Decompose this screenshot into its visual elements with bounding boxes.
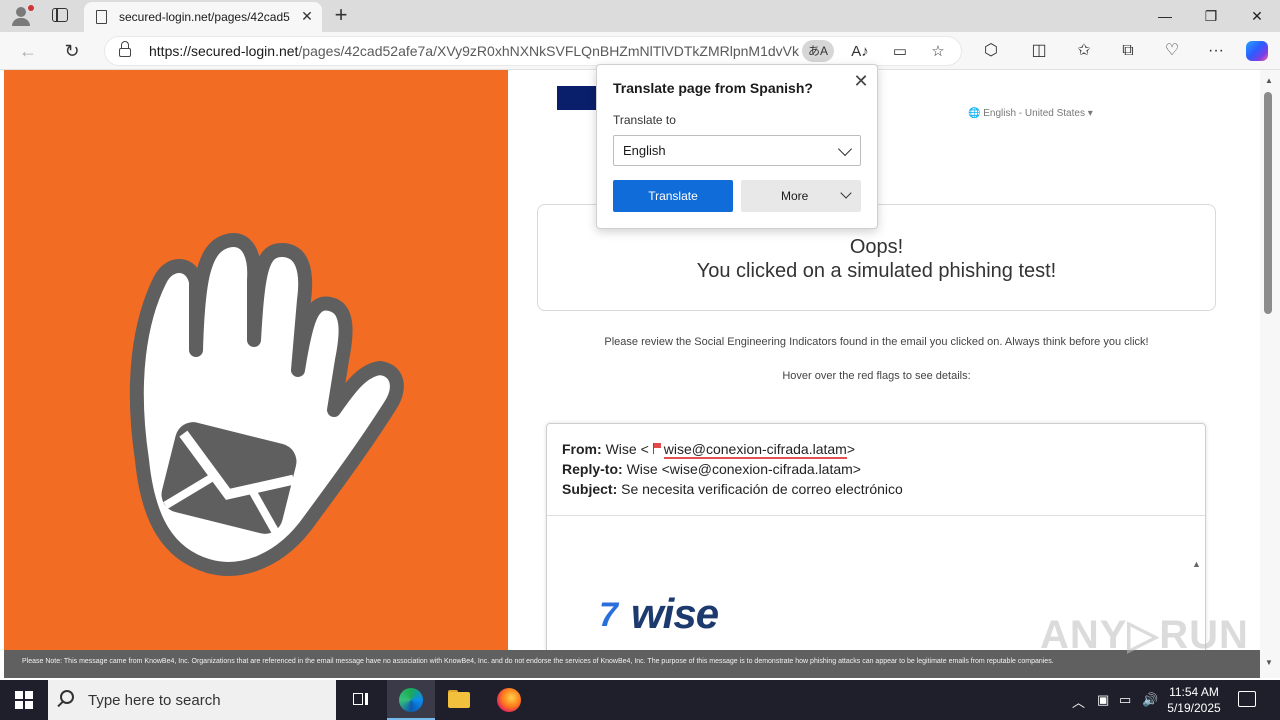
taskbar: Type here to search ︿ ▣ ▭ 🔊 11:54 AM 5/1… (0, 680, 1280, 720)
restore-button[interactable]: ❐ (1188, 0, 1234, 32)
chevron-down-icon (837, 141, 853, 157)
scroll-down-icon[interactable]: ▼ (1265, 658, 1273, 667)
red-flag-icon[interactable] (652, 443, 662, 454)
favorite-star-icon[interactable]: ☆ (927, 41, 949, 63)
translate-icon[interactable]: あA (802, 40, 834, 62)
translate-button[interactable]: Translate (613, 180, 733, 212)
notification-icon[interactable] (1238, 691, 1256, 707)
file-explorer-icon[interactable] (435, 680, 483, 720)
tray-chevron-icon[interactable]: ︿ (1072, 692, 1085, 711)
scroll-thumb[interactable] (1264, 92, 1272, 314)
clock[interactable]: 11:54 AM 5/19/2025 (1160, 684, 1228, 716)
oops-subtitle: You clicked on a simulated phishing test… (696, 260, 1057, 282)
close-window-button[interactable]: ✕ (1234, 0, 1280, 32)
language-picker[interactable]: 🌐 English - United States ▾ (968, 108, 1093, 119)
more-button[interactable]: More (741, 180, 861, 212)
hover-text: Hover over the red flags to see details: (782, 370, 971, 382)
tab-title: secured-login.net/pages/42cad5 (119, 10, 290, 24)
battery-icon[interactable]: ▣ (1097, 692, 1109, 708)
wise-logo: 7 wise (599, 590, 719, 637)
from-row: From: Wise < wise@conexion-cifrada.latam> (562, 441, 856, 459)
firefox-icon[interactable] (485, 680, 533, 720)
new-tab-icon[interactable]: + (330, 4, 352, 26)
watermark: ANY▷RUN (1040, 613, 1249, 657)
browser-tab[interactable]: secured-login.net/pages/42cad5 ✕ (84, 2, 322, 32)
tab-actions-icon[interactable] (52, 8, 68, 22)
url-text[interactable]: https://secured-login.net/pages/42cad52a… (149, 43, 799, 59)
minimize-button[interactable]: — (1142, 0, 1188, 32)
page-icon (96, 10, 107, 24)
lock-icon[interactable] (119, 41, 131, 57)
network-icon[interactable]: ▭ (1119, 692, 1131, 708)
oops-title: Oops! (849, 236, 904, 258)
back-arrow-icon[interactable]: ← (17, 40, 39, 62)
favorites-icon[interactable]: ✩ (1072, 40, 1096, 62)
profile-icon[interactable] (8, 4, 36, 28)
address-bar[interactable]: https://secured-login.net/pages/42cad52a… (104, 36, 962, 66)
language-select[interactable]: English (613, 135, 861, 166)
search-icon (60, 690, 74, 704)
email-header: From: Wise < wise@conexion-cifrada.latam>… (547, 424, 1205, 516)
tab-close-icon[interactable]: ✕ (298, 7, 316, 25)
email-scroll-up-icon[interactable]: ▲ (1192, 559, 1201, 569)
task-view-icon[interactable] (336, 680, 384, 720)
browser-essentials-icon[interactable]: ♡ (1160, 40, 1184, 62)
volume-icon[interactable]: 🔊 (1142, 692, 1158, 708)
translate-close-icon[interactable]: ✕ (851, 71, 871, 91)
read-aloud-icon[interactable]: A♪ (849, 41, 871, 63)
chevron-down-icon (840, 187, 852, 199)
edge-icon[interactable] (387, 680, 435, 720)
scroll-up-icon[interactable]: ▲ (1265, 76, 1273, 85)
flagged-from-address[interactable]: wise@conexion-cifrada.latam (663, 441, 847, 459)
reply-to-row: Reply-to: Wise <wise@conexion-cifrada.la… (562, 461, 861, 477)
stop-hand-icon (129, 233, 404, 576)
subject-row: Subject: Se necesita verificación de cor… (562, 481, 903, 497)
extensions-icon[interactable]: ⬡ (979, 40, 1003, 62)
split-screen-icon[interactable]: ◫ (1027, 40, 1051, 62)
windows-start-icon[interactable] (15, 691, 33, 709)
translate-title: Translate page from Spanish? (613, 80, 813, 96)
reload-icon[interactable]: ↻ (61, 40, 83, 62)
title-bar: secured-login.net/pages/42cad5 ✕ + — ❐ ✕ (0, 0, 1280, 32)
collections-icon[interactable]: ⧉ (1116, 40, 1140, 62)
translate-popup: Translate page from Spanish? ✕ Translate… (596, 64, 878, 229)
company-logo (557, 86, 601, 110)
more-menu-icon[interactable]: ··· (1204, 40, 1228, 62)
review-text: Please review the Social Engineering Ind… (604, 336, 1149, 348)
copilot-icon[interactable] (1246, 41, 1268, 61)
immersive-reader-icon[interactable]: ▭ (889, 41, 911, 63)
hand-panel (4, 70, 508, 678)
page-scrollbar[interactable]: ▲ ▼ (1260, 70, 1280, 678)
translate-to-label: Translate to (613, 113, 676, 127)
taskbar-search[interactable]: Type here to search (48, 680, 336, 720)
